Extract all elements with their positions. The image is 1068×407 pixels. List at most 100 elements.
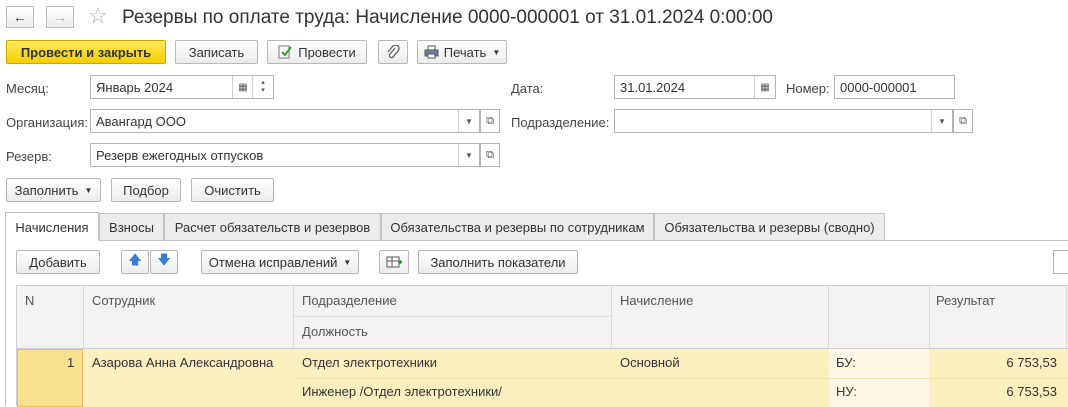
add-row-button[interactable]: Добавить xyxy=(16,250,100,274)
dropdown-arrow-icon: ▼ xyxy=(492,47,501,57)
organization-open-button[interactable]: ⧉ xyxy=(480,109,500,133)
col-sep xyxy=(611,286,612,348)
undo-corrections-button[interactable]: Отмена исправлений ▼ xyxy=(201,250,359,274)
header-result: Результат xyxy=(936,293,996,308)
reserve-label: Резерв: xyxy=(6,149,52,164)
fill-button[interactable]: Заполнить ▼ xyxy=(6,178,101,202)
department-field[interactable]: ▼ xyxy=(614,109,953,133)
organization-label: Организация: xyxy=(6,115,89,130)
nu-label: НУ: xyxy=(836,384,857,399)
row-subdivider xyxy=(293,378,1068,379)
move-up-button[interactable]: 🡅 xyxy=(121,250,149,274)
organization-value: Авангард ООО xyxy=(96,114,186,129)
number-value: 0000-000001 xyxy=(840,80,917,95)
department-open-button[interactable]: ⧉ xyxy=(953,109,973,133)
calendar-icon: ▦ xyxy=(238,81,248,93)
table-add-icon xyxy=(386,256,402,268)
back-button[interactable]: ← xyxy=(6,6,34,28)
open-window-icon: ⧉ xyxy=(486,148,494,161)
tab-panel-border xyxy=(99,240,1068,241)
paperclip-icon xyxy=(387,45,400,59)
reserve-open-button[interactable]: ⧉ xyxy=(480,143,500,167)
date-value: 31.01.2024 xyxy=(620,80,686,95)
employee-cell: Азарова Анна Александровна xyxy=(92,355,274,370)
header-department: Подразделение xyxy=(302,293,397,308)
move-down-button[interactable]: 🡇 xyxy=(150,250,178,274)
organization-field[interactable]: Авангард ООО ▼ xyxy=(90,109,480,133)
printer-icon xyxy=(424,45,439,59)
fill-button-label: Заполнить xyxy=(14,182,79,198)
open-window-icon: ⧉ xyxy=(486,114,494,127)
date-label: Дата: xyxy=(511,81,544,96)
post-button-label: Провести xyxy=(298,44,356,60)
post-and-close-button[interactable]: Провести и закрыть xyxy=(6,40,166,64)
undo-corrections-label: Отмена исправлений xyxy=(208,254,338,270)
col-sep xyxy=(1066,286,1067,348)
month-value: Январь 2024 xyxy=(96,80,174,95)
department-label: Подразделение: xyxy=(511,115,610,130)
row-number: 1 xyxy=(67,355,75,370)
attach-button[interactable] xyxy=(378,40,408,64)
select-button[interactable]: Подбор xyxy=(111,178,181,202)
header-employee: Сотрудник xyxy=(92,293,156,308)
month-field[interactable]: Январь 2024 ▦ ▴ ▾ xyxy=(90,75,274,99)
reserve-value: Резерв ежегодных отпусков xyxy=(96,148,264,163)
month-stepper[interactable]: ▴ ▾ xyxy=(252,76,273,98)
header-accrual: Начисление xyxy=(620,293,694,308)
stepper-down-icon: ▾ xyxy=(261,87,265,94)
reserve-field[interactable]: Резерв ежегодных отпусков ▼ xyxy=(90,143,480,167)
tab-obligations-by-employee[interactable]: Обязательства и резервы по сотрудникам xyxy=(381,213,654,240)
header-subdivider xyxy=(293,316,611,317)
clear-button[interactable]: Очистить xyxy=(191,178,274,202)
tab-contributions[interactable]: Взносы xyxy=(99,213,164,240)
department-cell: Отдел электротехники xyxy=(302,355,437,370)
reserve-dropdown-button[interactable]: ▼ xyxy=(458,144,479,166)
position-cell: Инженер /Отдел электротехники/ xyxy=(302,384,502,399)
tab-obligations-summary[interactable]: Обязательства и резервы (сводно) xyxy=(654,213,885,240)
month-label: Месяц: xyxy=(6,81,49,96)
date-field[interactable]: 31.01.2024 ▦ xyxy=(614,75,776,99)
arrow-up-icon: 🡅 xyxy=(128,252,142,267)
col-sep xyxy=(828,286,829,348)
save-button[interactable]: Записать xyxy=(175,40,258,64)
window-title: Резервы по оплате труда: Начисление 0000… xyxy=(122,7,774,28)
col-sep xyxy=(83,286,84,348)
post-document-icon xyxy=(278,45,293,59)
table-row[interactable]: 1 Азарова Анна Александровна Отдел элект… xyxy=(17,349,1068,407)
number-label: Номер: xyxy=(786,81,830,96)
open-window-icon: ⧉ xyxy=(959,114,967,127)
tab-panel-left-border xyxy=(5,240,6,406)
dropdown-arrow-icon: ▼ xyxy=(938,116,946,126)
forward-button[interactable]: → xyxy=(46,6,74,28)
col-sep xyxy=(929,286,930,348)
calendar-button[interactable]: ▦ xyxy=(232,76,253,98)
stepper-up-icon: ▴ xyxy=(261,79,265,86)
accrual-cell: Основной xyxy=(620,355,680,370)
grid-search-input[interactable] xyxy=(1053,250,1068,274)
tab-obligations-calculation[interactable]: Расчет обязательств и резервов xyxy=(164,213,381,240)
bu-label: БУ: xyxy=(836,355,856,370)
date-calendar-button[interactable]: ▦ xyxy=(754,76,775,98)
favorite-star-icon[interactable]: ☆ xyxy=(88,3,108,29)
print-button-label: Печать xyxy=(443,44,487,60)
table-settings-button[interactable] xyxy=(379,250,409,274)
nu-value: 6 753,53 xyxy=(1006,384,1057,399)
number-field[interactable]: 0000-000001 xyxy=(834,75,955,99)
arrow-right-icon: → xyxy=(53,9,67,25)
organization-dropdown-button[interactable]: ▼ xyxy=(458,110,479,132)
print-button[interactable]: Печать ▼ xyxy=(417,40,507,64)
arrow-down-icon: 🡇 xyxy=(157,252,171,267)
department-dropdown-button[interactable]: ▼ xyxy=(931,110,952,132)
header-n: N xyxy=(25,293,35,308)
calendar-icon: ▦ xyxy=(760,81,770,93)
arrow-left-icon: ← xyxy=(13,9,27,25)
dropdown-arrow-icon: ▼ xyxy=(465,150,473,160)
col-sep xyxy=(293,286,294,348)
table-header xyxy=(17,286,1068,348)
fill-indicators-button[interactable]: Заполнить показатели xyxy=(418,250,578,274)
bu-value: 6 753,53 xyxy=(1006,355,1057,370)
accruals-table: N Сотрудник Подразделение Должность Начи… xyxy=(16,285,1068,407)
post-button[interactable]: Провести xyxy=(267,40,367,64)
tab-accruals[interactable]: Начисления xyxy=(5,212,99,241)
dropdown-arrow-icon: ▼ xyxy=(84,185,93,195)
